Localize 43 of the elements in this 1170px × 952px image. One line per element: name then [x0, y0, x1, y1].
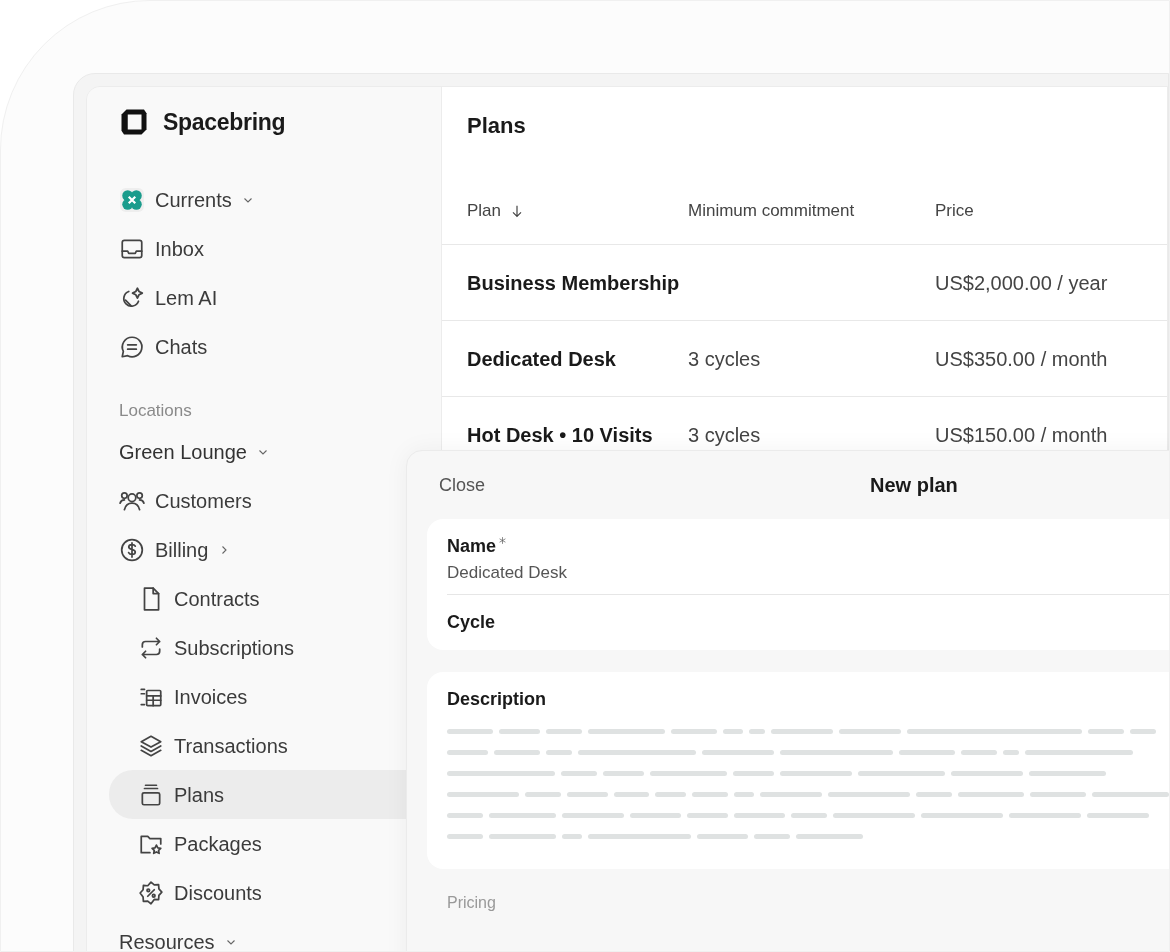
sidebar-item[interactable]: Resources: [109, 917, 419, 951]
logo-icon: [119, 107, 149, 138]
sidebar-item[interactable]: Subscriptions: [109, 623, 419, 672]
dollar-circle-icon: [119, 536, 145, 563]
brand-name: Spacebring: [163, 108, 286, 137]
page-title: Plans: [466, 112, 527, 140]
percent-badge-icon: [138, 879, 164, 906]
sidebar-item[interactable]: Discounts: [109, 868, 419, 917]
close-button[interactable]: Close: [427, 471, 486, 499]
sidebar-item[interactable]: Currents: [109, 175, 419, 225]
sidebar-item[interactable]: Transactions: [109, 721, 419, 770]
sidebar-item[interactable]: Chats: [109, 322, 419, 372]
field-label: Cycle: [447, 610, 496, 634]
column-header[interactable]: Plan: [442, 197, 688, 224]
section-label: Locations: [118, 399, 193, 422]
table-cell-text: US$150.00 / month: [935, 422, 1109, 448]
sidebar-item[interactable]: Lem AI: [109, 273, 419, 323]
table-cell-text: Dedicated Desk: [466, 346, 617, 372]
table-cell-text: Business Membership: [466, 270, 681, 296]
column-header[interactable]: Price: [935, 197, 1167, 224]
stacked-tray-icon: [138, 781, 164, 808]
repeat-arrows-icon: [138, 634, 164, 661]
section-label: Pricing: [447, 892, 496, 913]
table-cell-text: US$350.00 / month: [935, 346, 1109, 372]
panel-title: New plan: [870, 473, 958, 498]
sidebar-item[interactable]: Customers: [109, 476, 419, 525]
field-label: Name: [447, 535, 497, 558]
sidebar-item[interactable]: Inbox: [109, 224, 419, 274]
chat-bubble-icon: [119, 334, 145, 360]
field-label: Description: [447, 687, 548, 711]
workspace-logo-icon: [119, 187, 145, 213]
name-input-field[interactable]: Dedicated Desk: [447, 560, 1169, 586]
inbox-icon: [119, 236, 145, 262]
table-cell-text: US$2,000.00 / year: [935, 270, 1109, 296]
table-cell-text: Hot Desk • 10 Visits: [466, 422, 654, 448]
sidebar-item[interactable]: Invoices: [109, 672, 419, 721]
sidebar-item[interactable]: Packages: [109, 819, 419, 868]
sidebar-item[interactable]: Contracts: [109, 574, 419, 623]
column-header[interactable]: Minimum commitment: [688, 197, 935, 224]
location-selector[interactable]: Green Lounge: [109, 427, 419, 476]
sidebar-item[interactable]: Billing: [109, 525, 419, 574]
table-cell-text: 3 cycles: [688, 422, 762, 448]
table-cell-text: 3 cycles: [688, 346, 762, 372]
